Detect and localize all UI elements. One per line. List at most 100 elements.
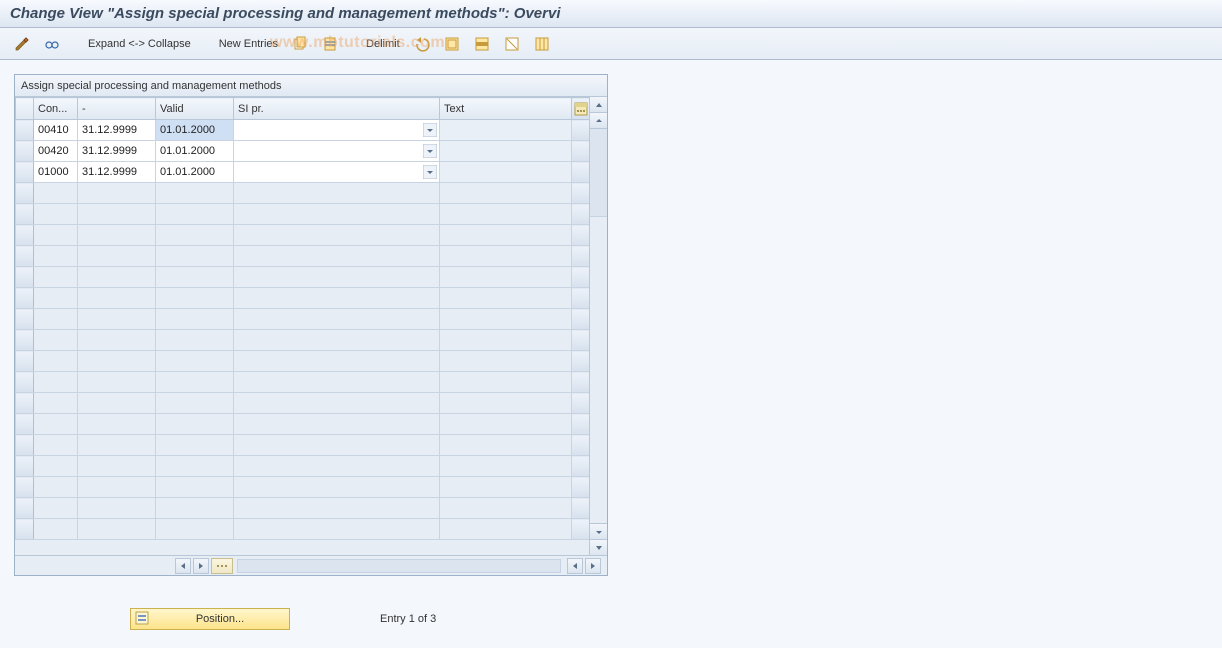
cell-con[interactable]: [34, 246, 78, 267]
scroll-up-button[interactable]: [590, 97, 607, 113]
cell-si-pr[interactable]: [234, 393, 440, 414]
cell-con[interactable]: [34, 519, 78, 540]
cell-text[interactable]: [440, 435, 572, 456]
row-selector[interactable]: [16, 477, 34, 498]
position-button[interactable]: Position...: [130, 608, 290, 630]
row-selector[interactable]: [16, 498, 34, 519]
cell-con[interactable]: [34, 393, 78, 414]
cell-si-pr[interactable]: [234, 225, 440, 246]
cell-si-pr[interactable]: [234, 456, 440, 477]
hscroll-track[interactable]: [237, 559, 561, 573]
cell-si-pr[interactable]: [234, 351, 440, 372]
cell-valid[interactable]: [156, 309, 234, 330]
cell-con[interactable]: 00420: [34, 141, 78, 162]
cell-con[interactable]: [34, 351, 78, 372]
scroll-down-step-button[interactable]: [590, 523, 607, 539]
cell-valid[interactable]: [156, 372, 234, 393]
cell-con[interactable]: [34, 183, 78, 204]
cell-text[interactable]: [440, 372, 572, 393]
cell-text[interactable]: [440, 456, 572, 477]
cell-si-pr[interactable]: [234, 246, 440, 267]
cell-text[interactable]: [440, 330, 572, 351]
cell-valid[interactable]: [156, 393, 234, 414]
cell-text[interactable]: [440, 414, 572, 435]
cell-dash[interactable]: [78, 288, 156, 309]
cell-con[interactable]: [34, 414, 78, 435]
cell-valid[interactable]: [156, 351, 234, 372]
row-selector[interactable]: [16, 456, 34, 477]
cell-con[interactable]: [34, 477, 78, 498]
vertical-scrollbar[interactable]: [589, 97, 607, 555]
cell-dash[interactable]: [78, 351, 156, 372]
cell-si-pr[interactable]: [234, 309, 440, 330]
cell-si-pr[interactable]: [234, 435, 440, 456]
cell-valid[interactable]: [156, 330, 234, 351]
cell-text[interactable]: [440, 120, 572, 141]
cell-con[interactable]: [34, 267, 78, 288]
cell-dash[interactable]: 31.12.9999: [78, 162, 156, 183]
cell-dash[interactable]: [78, 372, 156, 393]
cell-si-pr[interactable]: [234, 519, 440, 540]
scroll-up-step-button[interactable]: [590, 113, 607, 129]
cell-text[interactable]: [440, 246, 572, 267]
header-row-selector[interactable]: [16, 98, 34, 120]
cell-dash[interactable]: [78, 267, 156, 288]
hscroll-left2-button[interactable]: [567, 558, 583, 574]
cell-con[interactable]: [34, 435, 78, 456]
cell-valid[interactable]: 01.01.2000: [156, 120, 234, 141]
delete-button[interactable]: [318, 33, 342, 55]
toggle-display-change-button[interactable]: [10, 33, 34, 55]
deselect-all-button[interactable]: [500, 33, 524, 55]
row-selector[interactable]: [16, 393, 34, 414]
scroll-track[interactable]: [590, 129, 607, 523]
cell-text[interactable]: [440, 519, 572, 540]
delimit-button[interactable]: Delimit: [362, 33, 404, 55]
column-config-button[interactable]: [211, 558, 233, 574]
cell-si-pr[interactable]: [234, 414, 440, 435]
copy-button[interactable]: [288, 33, 312, 55]
row-selector[interactable]: [16, 351, 34, 372]
cell-si-pr[interactable]: [234, 162, 440, 183]
cell-valid[interactable]: [156, 204, 234, 225]
row-selector[interactable]: [16, 225, 34, 246]
cell-valid[interactable]: [156, 246, 234, 267]
cell-con[interactable]: 01000: [34, 162, 78, 183]
cell-con[interactable]: [34, 204, 78, 225]
cell-text[interactable]: [440, 477, 572, 498]
cell-valid[interactable]: [156, 435, 234, 456]
cell-valid[interactable]: [156, 477, 234, 498]
cell-con[interactable]: [34, 309, 78, 330]
cell-dash[interactable]: [78, 519, 156, 540]
cell-si-pr[interactable]: [234, 267, 440, 288]
expand-collapse-button[interactable]: Expand <-> Collapse: [84, 33, 195, 55]
row-selector[interactable]: [16, 162, 34, 183]
select-block-button[interactable]: [470, 33, 494, 55]
cell-si-pr[interactable]: [234, 183, 440, 204]
cell-dash[interactable]: 31.12.9999: [78, 141, 156, 162]
cell-text[interactable]: [440, 183, 572, 204]
cell-valid[interactable]: [156, 183, 234, 204]
cell-dash[interactable]: [78, 498, 156, 519]
cell-text[interactable]: [440, 225, 572, 246]
cell-text[interactable]: [440, 288, 572, 309]
cell-valid[interactable]: [156, 498, 234, 519]
row-selector[interactable]: [16, 372, 34, 393]
cell-si-pr[interactable]: [234, 330, 440, 351]
cell-valid[interactable]: [156, 225, 234, 246]
cell-dash[interactable]: [78, 414, 156, 435]
cell-con[interactable]: [34, 372, 78, 393]
row-selector[interactable]: [16, 141, 34, 162]
hscroll-right2-button[interactable]: [585, 558, 601, 574]
cell-dash[interactable]: [78, 246, 156, 267]
cell-text[interactable]: [440, 393, 572, 414]
cell-si-pr[interactable]: [234, 288, 440, 309]
cell-dash[interactable]: [78, 330, 156, 351]
cell-con[interactable]: [34, 498, 78, 519]
cell-dash[interactable]: [78, 204, 156, 225]
cell-text[interactable]: [440, 162, 572, 183]
row-selector[interactable]: [16, 120, 34, 141]
row-selector[interactable]: [16, 330, 34, 351]
hscroll-right-button[interactable]: [193, 558, 209, 574]
col-header-text[interactable]: Text: [440, 98, 572, 120]
cell-valid[interactable]: [156, 288, 234, 309]
